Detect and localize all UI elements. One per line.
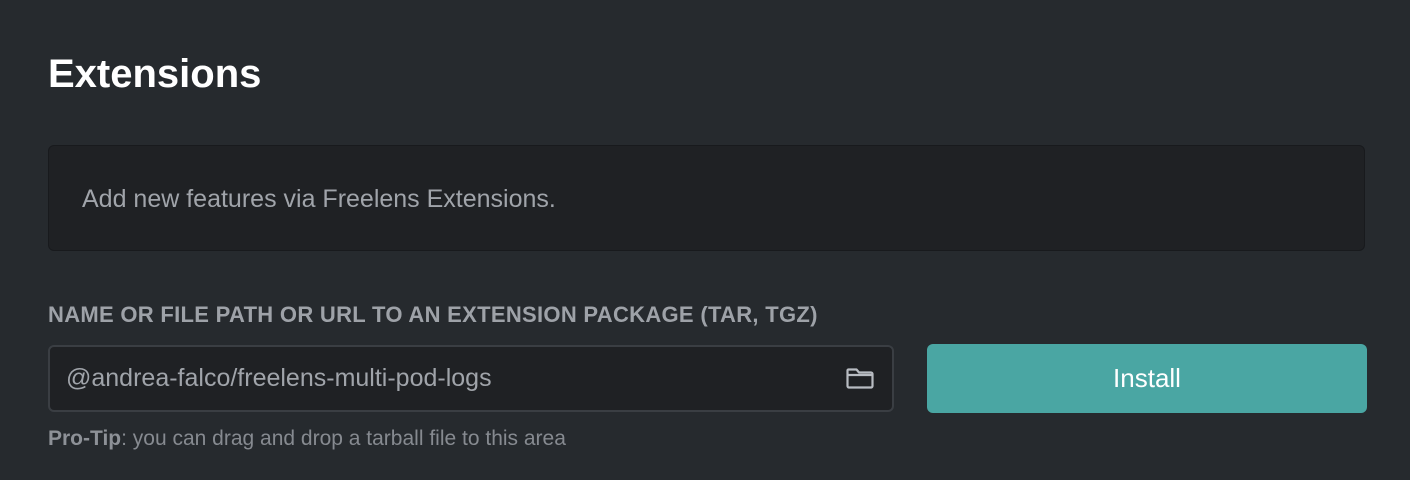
- page-title: Extensions: [48, 52, 262, 96]
- extensions-notice: Add new features via Freelens Extensions…: [48, 145, 1365, 251]
- folder-icon[interactable]: [846, 366, 874, 390]
- protip-strong: Pro-Tip: [48, 427, 122, 450]
- notice-text: Add new features via Freelens Extensions…: [82, 185, 556, 213]
- extension-input-container: [48, 345, 894, 412]
- install-button[interactable]: Install: [927, 344, 1367, 413]
- folder-icon-svg: [846, 368, 874, 389]
- protip-text: Pro-Tip: you can drag and drop a tarball…: [48, 425, 566, 453]
- protip-body: : you can drag and drop a tarball file t…: [121, 427, 566, 450]
- extension-package-label: NAME OR FILE PATH OR URL TO AN EXTENSION…: [48, 302, 818, 327]
- extensions-page: Extensions Add new features via Freelens…: [48, 0, 1367, 480]
- extension-package-input[interactable]: [66, 347, 826, 410]
